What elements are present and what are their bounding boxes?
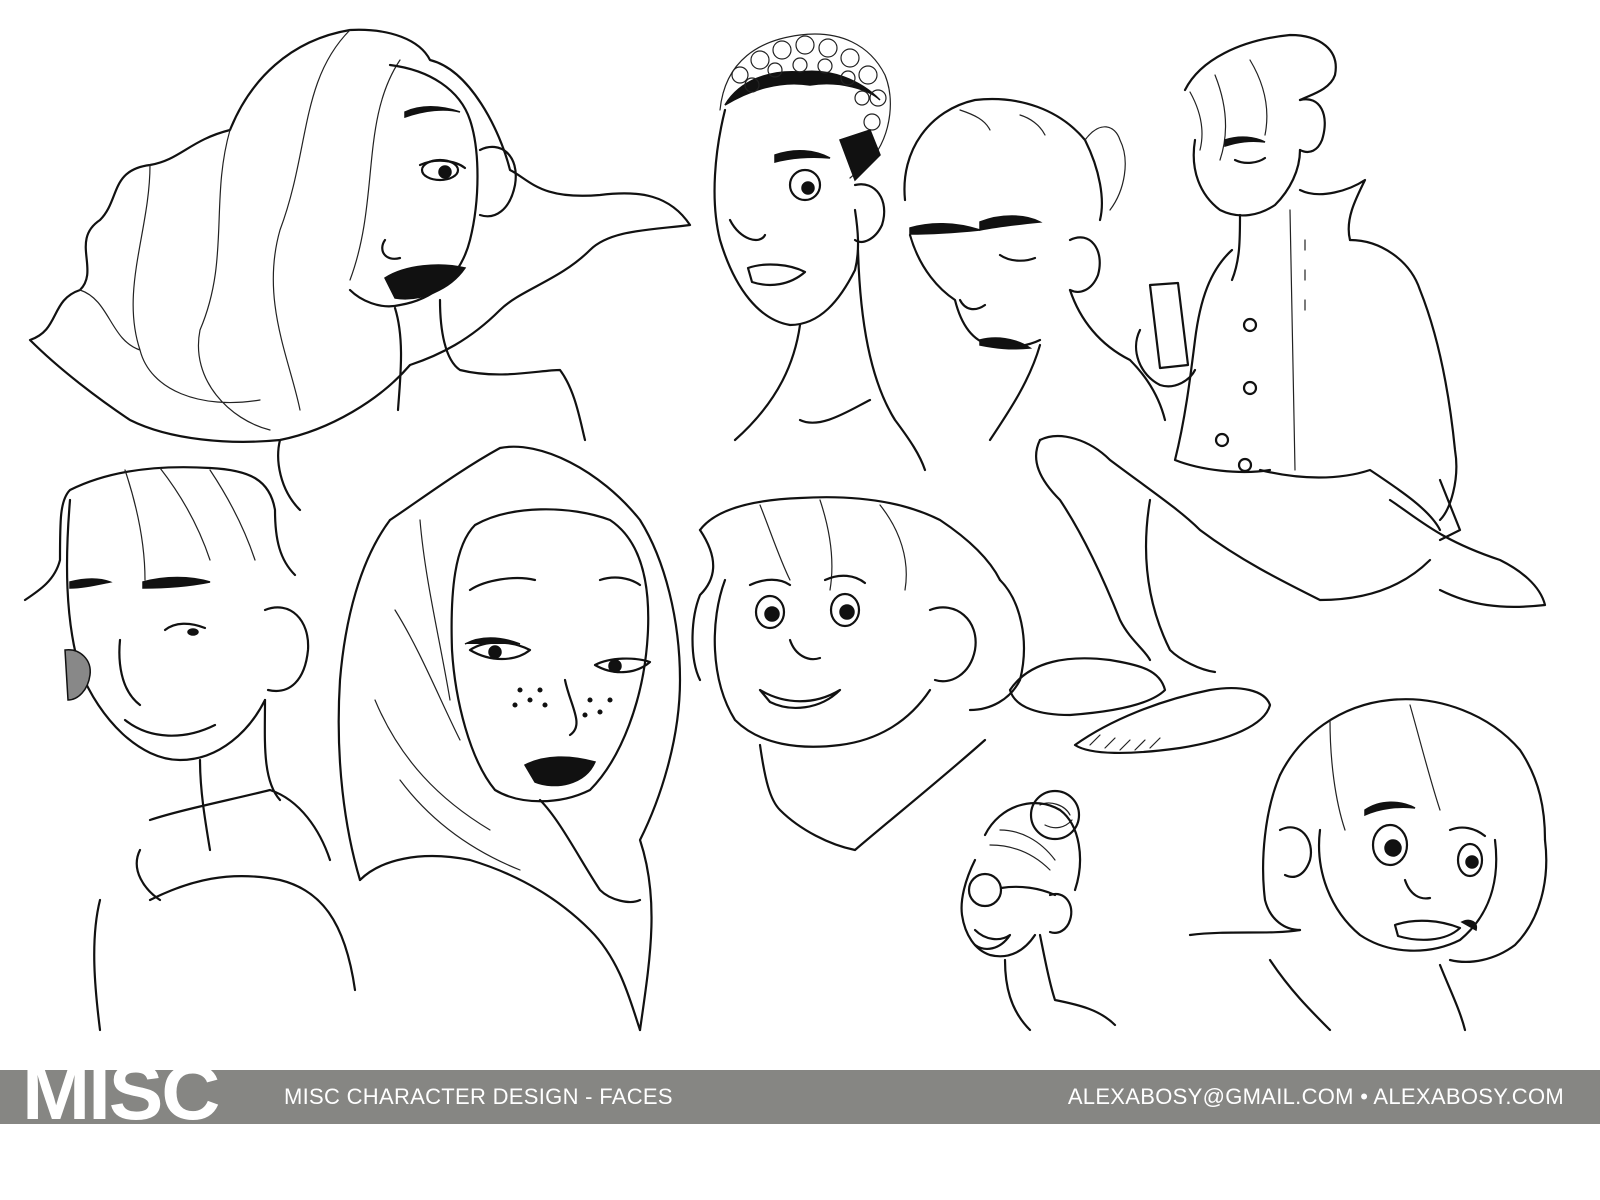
footer-title: MISC CHARACTER DESIGN - FACES (284, 1084, 673, 1109)
sketch-young-man-curly-hair (715, 34, 925, 470)
footer-contact: ALEXABOSY@GMAIL.COM • ALEXABOSY.COM (1067, 1084, 1564, 1109)
sketch-girl-bob-haircut (1190, 699, 1546, 1030)
sketch-young-man-with-phone (1010, 35, 1545, 753)
sketch-young-man-side-part (25, 467, 355, 1030)
character-sketch-sheet (0, 0, 1600, 1200)
sketch-woman-hair-bun-glasses (962, 791, 1115, 1030)
sketch-woman-hijab-freckles (339, 447, 680, 1030)
footer-logo: MISC (22, 1048, 220, 1136)
sketch-woman-wavy-hair (30, 30, 690, 510)
sketch-bald-older-man (904, 99, 1165, 440)
sketch-round-face-smiling (693, 497, 1024, 850)
